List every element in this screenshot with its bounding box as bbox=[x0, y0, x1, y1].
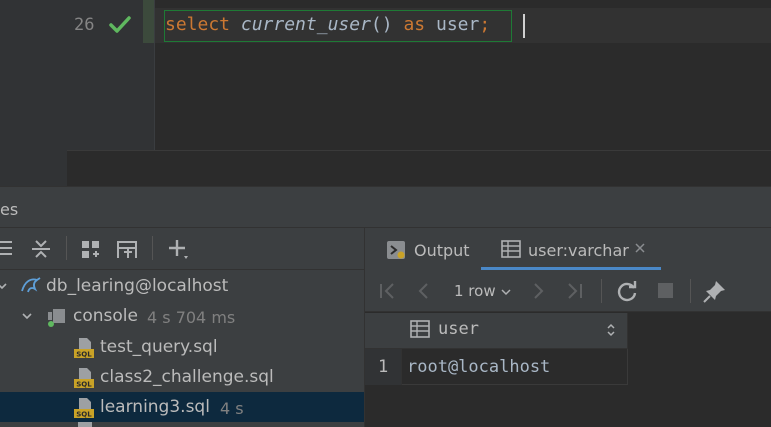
row-count-dropdown[interactable]: 1 row bbox=[454, 282, 496, 300]
check-icon bbox=[109, 16, 131, 33]
column-header[interactable] bbox=[402, 313, 628, 349]
text-caret bbox=[523, 14, 525, 38]
group-by-icon[interactable] bbox=[78, 236, 104, 262]
code-line[interactable]: select current_user() as user; bbox=[165, 13, 490, 37]
stop-icon[interactable] bbox=[653, 278, 679, 304]
output-console-icon bbox=[387, 241, 405, 259]
toolbar-separator bbox=[601, 279, 602, 303]
tree-item-file[interactable]: SQL test_query.sql bbox=[0, 332, 364, 362]
editor-left-strip bbox=[0, 0, 67, 186]
datasource-label: db_learing@localhost bbox=[46, 276, 229, 296]
close-icon[interactable] bbox=[634, 242, 646, 254]
table-grid-icon bbox=[501, 240, 521, 258]
toolbar-separator bbox=[152, 236, 153, 260]
result-tabs-bar: Output user:varchar bbox=[365, 228, 771, 270]
svg-text:SQL: SQL bbox=[76, 411, 92, 419]
tree-item-file-selected[interactable]: SQL learning3.sql 4 s bbox=[0, 392, 364, 422]
tab-output-label: Output bbox=[414, 241, 470, 260]
tab-result-label: user:varchar bbox=[528, 241, 629, 260]
sql-file-icon: SQL bbox=[74, 338, 94, 359]
refresh-icon[interactable] bbox=[614, 278, 640, 304]
svg-text:SQL: SQL bbox=[76, 351, 92, 359]
chevron-down-icon[interactable] bbox=[21, 310, 33, 322]
console-duration: 4 s 704 ms bbox=[147, 308, 236, 327]
file-label: test_query.sql bbox=[100, 337, 218, 357]
row-number: 1 bbox=[378, 357, 389, 377]
sql-file-icon: SQL bbox=[74, 368, 94, 389]
collapse-all-icon[interactable] bbox=[28, 236, 54, 262]
pin-icon[interactable] bbox=[702, 278, 728, 304]
services-panel-header bbox=[0, 186, 771, 228]
next-page-icon[interactable] bbox=[526, 278, 552, 304]
toolbar-separator bbox=[690, 279, 691, 303]
cell-value: root@localhost bbox=[407, 357, 551, 377]
keyword-as: as bbox=[403, 14, 426, 35]
previous-page-icon[interactable] bbox=[410, 278, 436, 304]
chevron-down-icon[interactable] bbox=[0, 280, 8, 292]
tab-output[interactable]: Output bbox=[365, 228, 481, 270]
function-current-user: current_user bbox=[240, 14, 371, 35]
parens: () bbox=[370, 14, 393, 35]
first-page-icon[interactable] bbox=[374, 278, 400, 304]
alias-user: user bbox=[435, 14, 480, 35]
chevron-down-icon[interactable] bbox=[500, 286, 512, 298]
sort-icon[interactable] bbox=[606, 323, 616, 337]
console-icon bbox=[48, 309, 65, 327]
add-plus-icon[interactable] bbox=[166, 236, 192, 262]
toolbar-separator bbox=[66, 236, 67, 260]
file-label: learning3.sql bbox=[100, 397, 210, 417]
tree-item-file[interactable]: SQL class2_challenge.sql bbox=[0, 362, 364, 392]
filter-layout-icon[interactable] bbox=[114, 236, 140, 262]
tab-result[interactable]: user:varchar bbox=[481, 228, 661, 270]
console-label: console bbox=[73, 306, 138, 326]
last-page-icon[interactable] bbox=[562, 278, 588, 304]
sql-file-icon: SQL bbox=[74, 398, 94, 419]
tree-item-console[interactable]: console 4 s 704 ms bbox=[0, 301, 364, 331]
file-duration: 4 s bbox=[220, 399, 244, 418]
next-file-icon-partial bbox=[78, 422, 92, 427]
semicolon: ; bbox=[479, 14, 491, 35]
executed-statement-marker bbox=[143, 0, 154, 43]
editor-empty-area[interactable] bbox=[67, 150, 771, 186]
line-number: 26 bbox=[74, 15, 95, 35]
column-type-icon bbox=[410, 320, 430, 338]
expand-all-icon[interactable] bbox=[0, 236, 18, 262]
keyword-select: select bbox=[165, 14, 231, 35]
grid-corner bbox=[365, 313, 402, 349]
column-header-label: user bbox=[438, 319, 479, 339]
panel-title: es bbox=[0, 200, 19, 219]
file-label: class2_challenge.sql bbox=[100, 367, 274, 387]
tree-item-datasource[interactable]: db_learing@localhost bbox=[0, 271, 364, 301]
svg-text:SQL: SQL bbox=[76, 381, 92, 389]
mysql-dolphin-icon bbox=[21, 277, 41, 293]
